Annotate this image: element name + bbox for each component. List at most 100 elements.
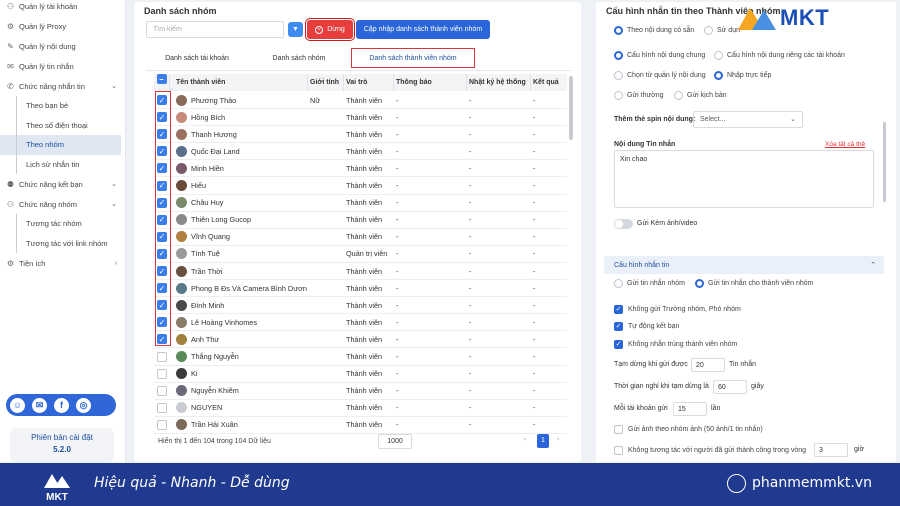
sidebar-item[interactable]: ✉ Quản lý tin nhắn — [0, 56, 125, 76]
radio-send-group[interactable]: Gửi tin nhắn nhóm — [614, 279, 685, 288]
update-members-button[interactable]: Cập nhập danh sách thành viên nhóm — [356, 20, 490, 39]
sidebar-sub-item[interactable]: Theo nhóm — [0, 135, 121, 155]
spin-select[interactable]: Select... ⌄ — [693, 111, 803, 128]
page-size-select[interactable]: 1000 — [378, 434, 412, 449]
col-result[interactable]: Kết quả — [531, 74, 567, 91]
sidebar-group[interactable]: ✆ Chức năng nhắn tin ⌄ — [0, 76, 125, 96]
radio-common-config[interactable]: Cấu hình nội dung chung — [614, 51, 705, 60]
radio-content-available[interactable]: Theo nội dung có sẵn — [614, 26, 694, 35]
col-role[interactable]: Vai trò — [344, 74, 394, 91]
sidebar-item[interactable]: ⚙ Quản lý Proxy — [0, 16, 125, 36]
web-icon[interactable]: ◎ — [76, 397, 91, 413]
table-row[interactable]: Trần Hải Xuân Thành viên - - - — [154, 417, 567, 434]
checkbox-box — [614, 446, 623, 455]
member-role: Thành viên — [346, 181, 383, 190]
radio-direct-input[interactable]: Nhập trực tiếp — [714, 71, 771, 80]
clear-all-tags-link[interactable]: Xóa tất cả thẻ — [825, 141, 865, 148]
checkbox-label: Không tương tác với người đã gửi thành c… — [628, 447, 807, 454]
search-input[interactable]: Tìm kiếm — [146, 21, 284, 38]
table-row[interactable]: ✓ Lê Hoàng Vinhomes Thành viên - - - — [154, 314, 567, 332]
stop-button[interactable]: × Dừng — [305, 18, 355, 41]
tab-group-members[interactable]: Danh sách thành viên nhóm — [351, 48, 475, 68]
sidebar-group[interactable]: ⚉ Chức năng kết bạn ⌄ — [0, 174, 125, 194]
rest-input[interactable]: 60 — [713, 380, 747, 394]
row-checkbox[interactable] — [157, 351, 167, 362]
table-row[interactable]: ✓ Tính Tuệ Quản trị viên - - - — [154, 246, 567, 263]
messenger-icon[interactable]: ✉ — [32, 397, 47, 413]
table-row[interactable]: ✓ Hiếu Thành viên - - - — [154, 178, 567, 195]
radio-script-send[interactable]: Gửi kịch bản — [674, 91, 727, 100]
radio-use[interactable]: Sử dụn — [704, 26, 740, 35]
member-name: Châu Huy — [191, 198, 224, 208]
sidebar-sub-item[interactable]: Theo số điện thoại — [0, 115, 125, 136]
radio-label: Gửi tin nhắn cho thành viên nhóm — [708, 280, 814, 287]
checkbox-photo-group[interactable]: Gửi ảnh theo nhóm ảnh (50 ảnh/1 tin nhắn… — [614, 425, 763, 434]
table-row[interactable]: NGUYEN Thành viên - - - — [154, 400, 567, 417]
table-row[interactable]: ✓ Châu Huy Thành viên - - - — [154, 195, 567, 212]
sidebar-item[interactable]: ✎ Quản lý nội dung — [0, 36, 125, 56]
member-name: Trần Hải Xuân — [191, 420, 238, 430]
message-config-section-header[interactable]: Cấu hình nhắn tin ⌃ — [604, 256, 884, 274]
table-row[interactable]: ✓ Phương Thảo Nữ Thành viên - - - — [154, 92, 567, 109]
member-role: Thành viên — [346, 95, 383, 105]
table-row[interactable]: ✓ Hồng Bích Thành viên - - - — [154, 109, 567, 127]
sidebar-sub-item[interactable]: Tương tác với link nhóm — [0, 233, 125, 254]
row-checkbox[interactable] — [157, 385, 167, 396]
support-icon[interactable]: ☺ — [10, 397, 25, 413]
member-notice: - — [396, 181, 399, 190]
sidebar-item[interactable]: ⚇ Quản lý tài khoản — [0, 0, 125, 16]
radio-send-member[interactable]: Gửi tin nhắn cho thành viên nhóm — [695, 279, 813, 288]
table-row[interactable]: ✓ Phong B Đs Và Camera Bình Dươn Thành viê… — [154, 280, 567, 298]
col-gender[interactable]: Giới tính — [308, 74, 344, 91]
table-row[interactable]: Ki Thành viên - - - — [154, 366, 567, 383]
col-name[interactable]: Tên thành viên — [170, 74, 308, 91]
prev-page-button[interactable]: ‹ — [524, 436, 526, 443]
radio-select-content[interactable]: Chọn từ quản lý nội dung — [614, 71, 706, 80]
checkbox-no-duplicate[interactable]: ✓ Không nhắn trùng thành viên nhóm — [614, 340, 737, 349]
tab-accounts[interactable]: Danh sách tài khoản — [150, 48, 244, 68]
attach-media-toggle[interactable] — [614, 219, 633, 229]
table-row[interactable]: ✓ Thiên Long Gucop Thành viên - - - — [154, 212, 567, 229]
member-log: - — [469, 352, 472, 361]
col-notice[interactable]: Thông báo — [394, 74, 467, 91]
sidebar-sub-item[interactable]: Lịch sử nhắn tin — [0, 154, 125, 175]
tab-groups[interactable]: Danh sách nhóm — [252, 48, 346, 68]
message-textarea[interactable]: Xin chao — [614, 150, 874, 208]
page-button[interactable]: 1 — [537, 434, 549, 448]
row-checkbox[interactable] — [157, 419, 167, 430]
table-row[interactable]: ✓ Vĩnh Quang Thành viên - - - — [154, 229, 567, 246]
facebook-icon[interactable]: f — [54, 397, 69, 413]
no-interact-hours-input[interactable]: 3 — [814, 443, 848, 457]
filter-icon[interactable]: ▼ — [288, 22, 303, 37]
row-checkbox[interactable] — [157, 368, 167, 379]
table-row[interactable]: ✓ Trần Thời Thành viên - - - — [154, 263, 567, 280]
config-scrollbar[interactable] — [883, 122, 886, 202]
next-page-button[interactable]: › — [557, 436, 559, 443]
checkbox-skip-admin[interactable]: ✓ Không gửi Trưởng nhóm, Phó nhóm — [614, 305, 741, 314]
table-row[interactable]: ✓ Thanh Hương Thành viên - - - — [154, 126, 567, 144]
sidebar-sub-item[interactable]: Tương tác nhóm — [0, 214, 125, 234]
sidebar-group[interactable]: ⚇ Chức năng nhóm ⌄ — [0, 194, 125, 214]
sidebar-group[interactable]: ⚙ Tiện ích › — [0, 253, 125, 273]
member-name: Trần Thời — [191, 266, 223, 276]
radio-normal-send[interactable]: Gửi thường — [614, 91, 664, 100]
select-all-checkbox[interactable]: – — [156, 74, 167, 84]
table-row[interactable]: ✓ Minh Hiền Thành viên - - - — [154, 160, 567, 178]
member-role: Thành viên — [346, 198, 383, 208]
table-row[interactable]: Nguyễn Khiêm Thành viên - - - — [154, 383, 567, 400]
table-row[interactable]: ✓ Anh Thư Thành viên - - - — [154, 331, 567, 349]
sidebar-sub-item[interactable]: Theo bạn bè — [0, 96, 125, 116]
row-checkbox[interactable] — [157, 402, 167, 413]
radio-separate-config[interactable]: Cấu hình nội dung riêng các tài khoản — [714, 51, 845, 60]
checkbox-no-interact[interactable]: Không tương tác với người đã gửi thành c… — [614, 446, 806, 455]
table-row[interactable]: ✓ Quốc Đại Land Thành viên - - - — [154, 143, 567, 161]
member-name-cell: Minh Hiền — [170, 162, 308, 174]
pause-input[interactable]: 20 — [691, 358, 725, 372]
table-scrollbar[interactable] — [569, 76, 573, 140]
member-name-cell: Thanh Hương — [170, 128, 308, 140]
col-log[interactable]: Nhật ký hệ thống — [467, 74, 531, 91]
checkbox-auto-friend[interactable]: ✓ Tự động kết bạn — [614, 322, 679, 331]
each-account-input[interactable]: 15 — [673, 402, 707, 416]
table-row[interactable]: Thắng Nguyễn Thành viên - - - — [154, 349, 567, 366]
table-row[interactable]: ✓ Đình Minh Thành viên - - - — [154, 297, 567, 315]
